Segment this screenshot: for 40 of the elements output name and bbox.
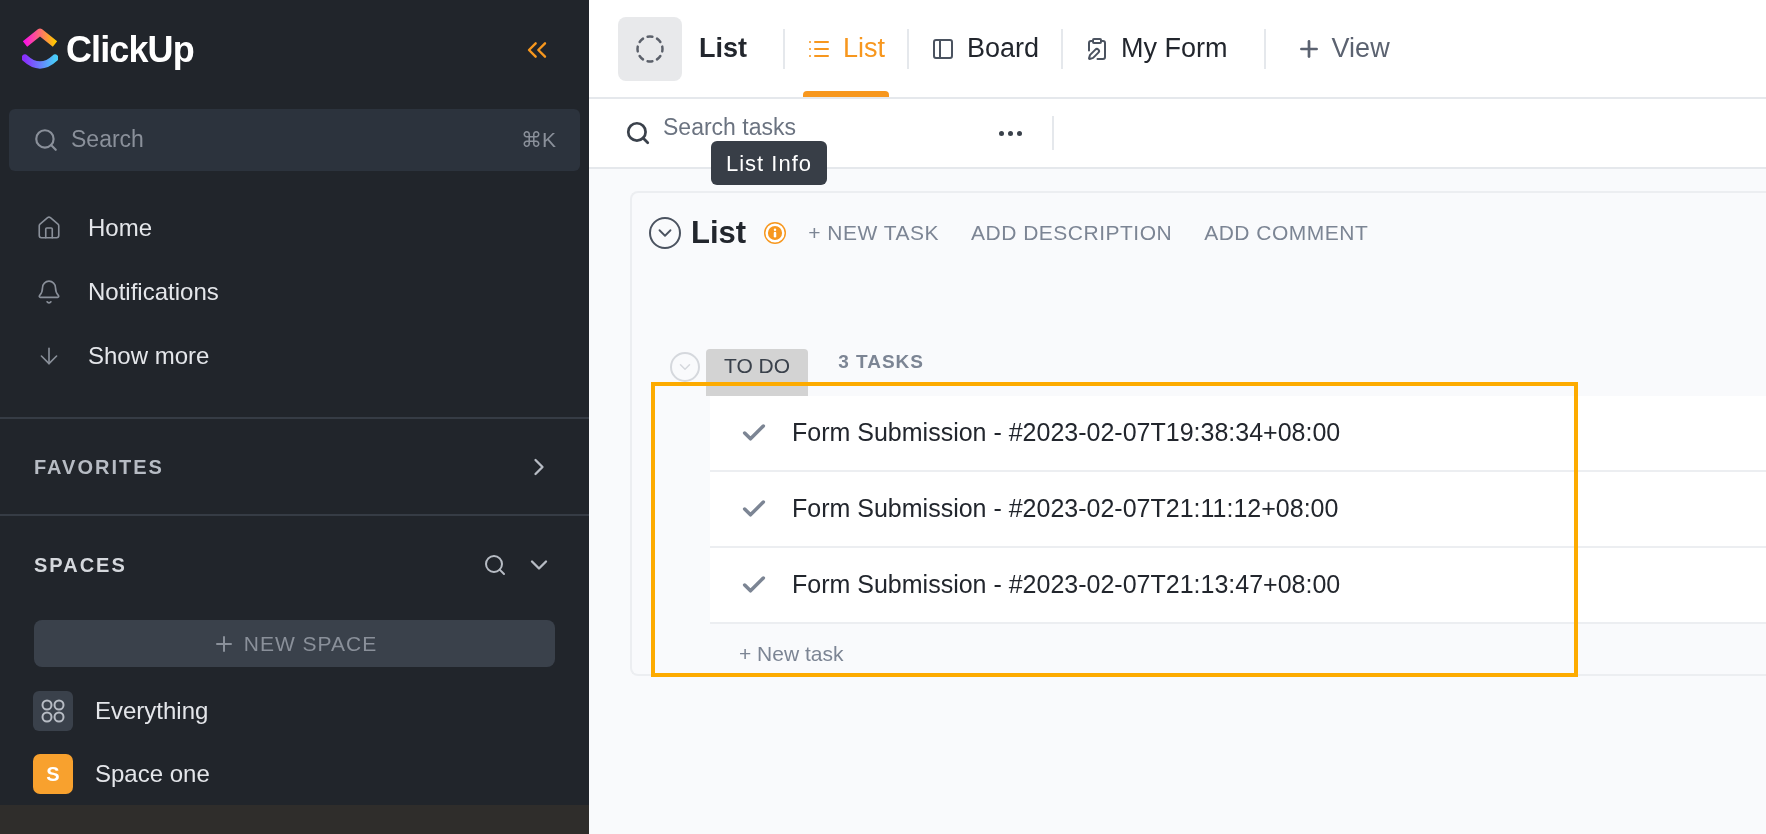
task-count: 3 TASKS	[838, 349, 924, 374]
nav-item[interactable]: Notifications	[0, 264, 589, 319]
shortcut-hint: ⌘K	[521, 126, 556, 153]
view-tab[interactable]: My Form	[1063, 0, 1250, 97]
space-avatar: S	[33, 753, 73, 794]
search-placeholder: Search	[71, 125, 145, 155]
list-action[interactable]: ADD DESCRIPTION	[970, 217, 1173, 249]
page-title: List	[699, 32, 747, 66]
task-row[interactable]: Form Submission - #2023-02-07T21:13:47+08:00	[710, 548, 1766, 624]
section-title: SPACES	[34, 553, 127, 579]
list-title: List	[691, 213, 747, 252]
tooltip: List Info	[711, 141, 828, 185]
task-search-field[interactable]: Search tasks	[663, 114, 963, 140]
collapse-icon[interactable]	[649, 217, 681, 249]
list-action[interactable]: + NEW TASK	[808, 217, 939, 249]
list-avatar[interactable]	[618, 16, 682, 81]
view-tab[interactable]: Board	[909, 0, 1062, 97]
logo-icon	[22, 27, 58, 72]
status-tag[interactable]: TO DO	[706, 349, 809, 396]
list-action[interactable]: ADD COMMENT	[1204, 217, 1369, 249]
home-icon	[36, 214, 62, 241]
add-view-button[interactable]: View	[1265, 28, 1420, 69]
section-title: FAVORITES	[34, 454, 164, 480]
search-icon	[625, 120, 651, 146]
space-item[interactable]: S Space one	[0, 742, 589, 806]
logo-text: ClickUp	[66, 27, 194, 72]
dotted-circle-icon	[635, 33, 665, 64]
board-icon	[931, 36, 956, 61]
search-icon	[33, 126, 59, 153]
bell-icon	[36, 278, 62, 305]
space-item[interactable]: Everything	[0, 679, 589, 743]
nav-item[interactable]: Show more	[0, 328, 589, 383]
more-icon[interactable]	[999, 130, 1022, 136]
search-icon[interactable]	[483, 553, 507, 578]
task-row[interactable]: Form Submission - #2023-02-07T19:38:34+08:00	[710, 396, 1766, 472]
search-field[interactable]: Search ⌘K	[9, 108, 580, 171]
grid-icon	[33, 690, 73, 731]
task-row[interactable]: Form Submission - #2023-02-07T21:11:12+08:00	[710, 472, 1766, 548]
nav-item[interactable]: Home	[0, 200, 589, 255]
new-task-button[interactable]: + New task	[739, 638, 844, 670]
